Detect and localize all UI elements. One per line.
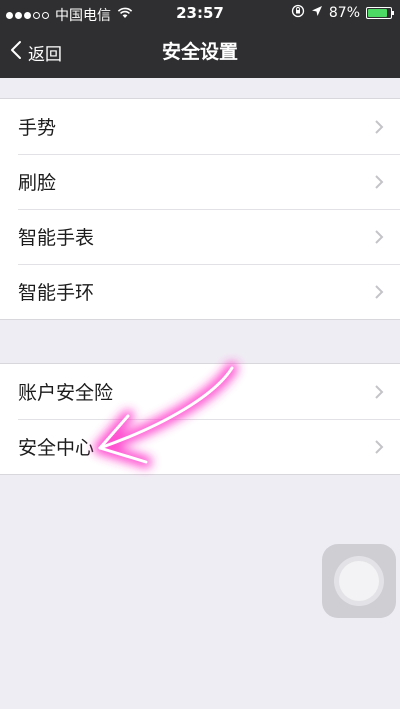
chevron-right-icon [374,383,384,405]
settings-item-account-insurance[interactable]: 账户安全险 [0,364,400,419]
chevron-right-icon [374,118,384,140]
chevron-right-icon [374,173,384,195]
battery-percentage: 87% [328,5,360,21]
settings-item-label: 智能手表 [18,227,95,249]
settings-item-label: 账户安全险 [18,382,114,404]
settings-group-devices: 手势 刷脸 智能手表 智能手环 [0,98,400,320]
battery-icon [366,7,394,19]
settings-item-label: 刷脸 [18,172,57,194]
status-right: 87% [291,4,394,22]
settings-item-label: 智能手环 [18,282,95,304]
back-button[interactable]: 返回 [10,26,62,78]
status-bar: 中国电信 23:57 87% [0,0,400,26]
rotation-lock-icon [291,4,305,22]
settings-group-security: 账户安全险 安全中心 [0,363,400,475]
chevron-left-icon [10,40,22,65]
settings-item-gesture[interactable]: 手势 [0,99,400,154]
settings-item-smart-band[interactable]: 智能手环 [0,264,400,319]
back-label: 返回 [28,44,62,65]
settings-item-security-center[interactable]: 安全中心 [0,419,400,474]
chevron-right-icon [374,228,384,250]
settings-item-smart-watch[interactable]: 智能手表 [0,209,400,264]
location-arrow-icon [311,5,323,21]
chevron-right-icon [374,283,384,305]
settings-item-label: 安全中心 [18,437,95,459]
battery-level-fill [368,9,388,17]
chevron-right-icon [374,438,384,460]
navigation-bar: 返回 安全设置 [0,26,400,78]
assistive-touch-button[interactable] [322,544,396,618]
settings-item-face-scan[interactable]: 刷脸 [0,154,400,209]
assistive-touch-inner-circle [339,561,379,601]
settings-item-label: 手势 [18,117,57,139]
